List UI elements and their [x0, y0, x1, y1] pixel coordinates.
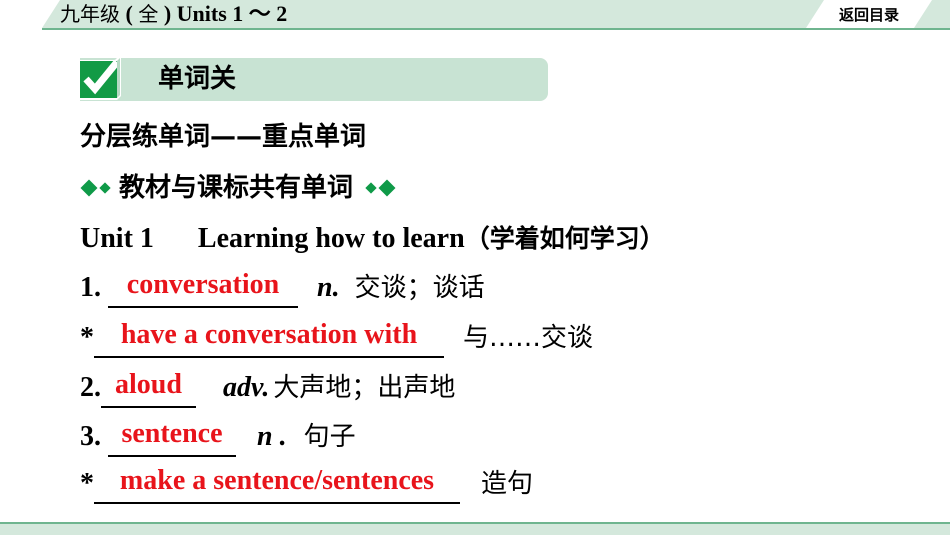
unit-label: Unit 1: [80, 223, 154, 254]
unit-heading: Unit 1 Learning how to learn（学着如何学习）: [80, 221, 665, 257]
item-number: 1.: [80, 272, 108, 303]
part-of-speech: adv.: [223, 372, 270, 403]
back-button-label: 返回目录: [838, 5, 899, 24]
meaning: 造句: [481, 469, 534, 499]
part-of-speech: n .: [257, 421, 287, 452]
answer-blank: aloud: [101, 369, 196, 408]
meaning: 与……交谈: [463, 323, 594, 353]
diamond-icon: [99, 182, 111, 194]
page-title: 九年级 ( 全 ) Units 1 ～ 2: [60, 0, 287, 28]
header-divider: [42, 28, 950, 30]
sub-heading: 分层练单词——重点单词: [80, 118, 366, 155]
meaning: 交谈；谈话: [354, 273, 485, 303]
answer-blank: make a sentence/sentences: [94, 465, 460, 504]
answer-text: sentence: [121, 418, 223, 449]
vocab-item: * have a conversation with 与……交谈: [80, 319, 594, 358]
vocab-item: 2. aloud adv. 大声地；出声地: [80, 369, 456, 408]
vocab-item: 3. sentence n . 句子: [80, 418, 356, 457]
item-star: *: [80, 322, 94, 353]
footer-band: [0, 524, 950, 535]
unit-title-en: Learning how to learn: [197, 223, 465, 254]
checkmark-icon: [79, 56, 121, 100]
vocab-item: * make a sentence/sentences 造句: [80, 465, 534, 504]
answer-text: conversation: [126, 269, 280, 300]
item-number: 2.: [80, 372, 101, 403]
answer-text: make a sentence/sentences: [119, 465, 435, 496]
section-banner: [80, 58, 548, 101]
meaning: 句子: [303, 422, 356, 452]
unit-title-cn: （学着如何学习）: [464, 224, 665, 253]
answer-text: have a conversation with: [120, 319, 418, 350]
answer-blank: conversation: [108, 269, 298, 308]
diamond-icon: [378, 179, 396, 197]
meaning: 大声地；出声地: [273, 373, 456, 403]
diamond-icon: [80, 179, 98, 197]
title-grade: 九年级: [60, 2, 120, 26]
category-heading: 教材与课标共有单词: [80, 170, 396, 206]
title-volume: 全: [138, 2, 159, 26]
part-of-speech: n.: [317, 272, 340, 303]
category-heading-text: 教材与课标共有单词: [119, 173, 354, 203]
vocab-item: 1. conversation n. 交谈；谈话: [80, 269, 485, 308]
sub-heading-text: 分层练单词——重点单词: [80, 122, 367, 152]
diamond-icon: [365, 182, 377, 194]
title-units: Units 1 ～ 2: [176, 1, 288, 26]
title-paren-close: ): [158, 1, 177, 26]
item-number: 3.: [80, 421, 108, 452]
item-star: *: [80, 468, 94, 499]
answer-blank: have a conversation with: [94, 319, 444, 358]
back-to-contents-button[interactable]: 返回目录: [806, 0, 932, 28]
answer-text: aloud: [115, 369, 182, 400]
answer-blank: sentence: [108, 418, 236, 457]
section-title: 单词关: [158, 64, 237, 94]
title-paren-open: (: [120, 1, 139, 26]
